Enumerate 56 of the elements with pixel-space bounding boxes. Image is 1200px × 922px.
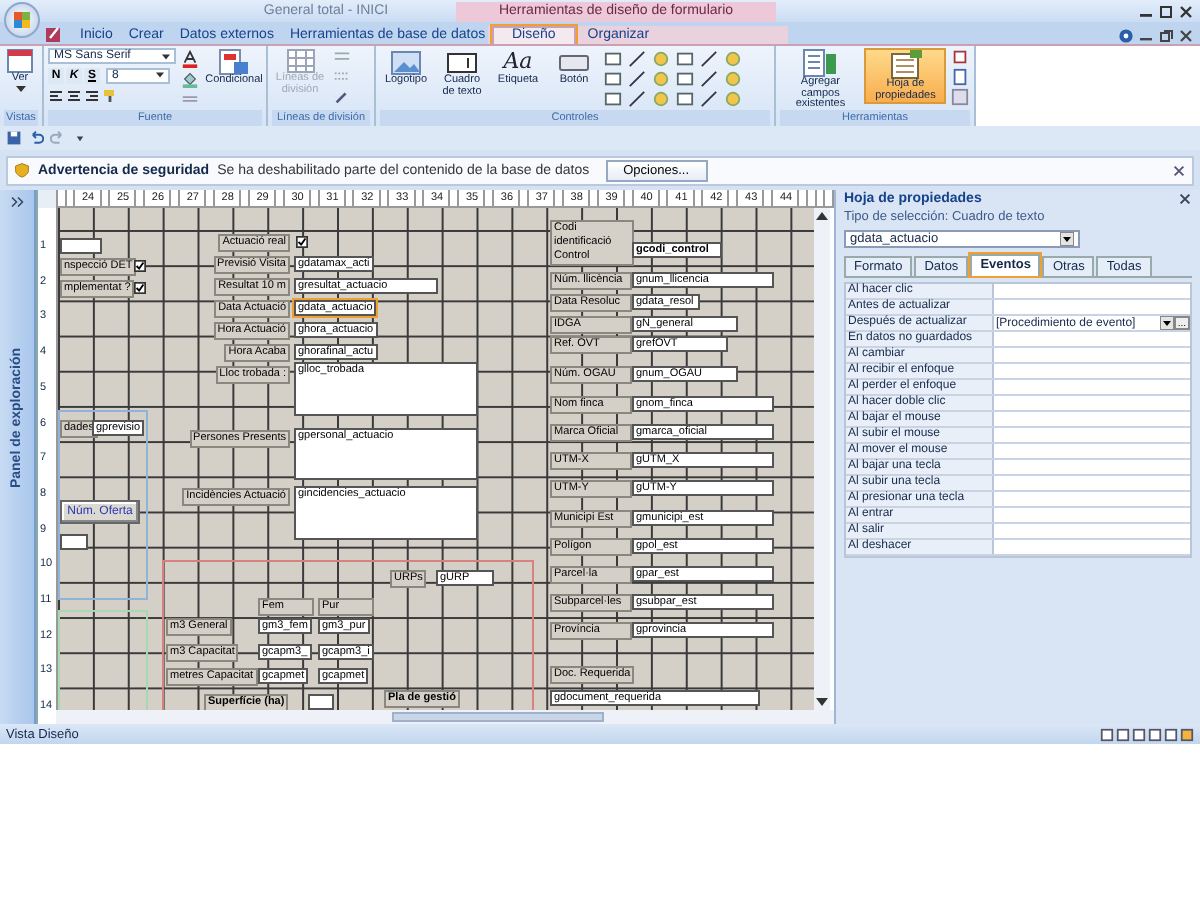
property-value-field[interactable] bbox=[994, 412, 1190, 426]
grid-icon bbox=[285, 48, 315, 74]
caret-icon bbox=[156, 72, 164, 78]
app-icon[interactable] bbox=[44, 24, 64, 44]
close-icon[interactable] bbox=[1172, 163, 1186, 177]
dropdown-icon[interactable] bbox=[1060, 232, 1074, 246]
property-value-field[interactable] bbox=[994, 428, 1190, 442]
conditional-format-icon bbox=[218, 48, 250, 76]
property-value-field[interactable] bbox=[994, 396, 1190, 410]
property-value-field[interactable] bbox=[994, 364, 1190, 378]
text-box-icon bbox=[446, 48, 478, 76]
align-center-icon[interactable] bbox=[66, 87, 82, 103]
undo-icon[interactable] bbox=[28, 130, 44, 146]
property-value-field[interactable] bbox=[994, 460, 1190, 474]
line-color-icon[interactable] bbox=[180, 90, 200, 108]
form-view-icon bbox=[6, 48, 34, 74]
scroll-up-icon[interactable] bbox=[816, 212, 828, 220]
close-icon[interactable] bbox=[1178, 192, 1192, 206]
font-color-icon[interactable] bbox=[180, 50, 200, 68]
property-value-field[interactable] bbox=[994, 476, 1190, 490]
dropdown-icon[interactable] bbox=[1160, 316, 1174, 330]
customize-icon[interactable] bbox=[72, 130, 88, 146]
horizontal-scrollbar[interactable] bbox=[56, 710, 834, 724]
property-value-field[interactable] bbox=[994, 540, 1190, 554]
property-sheet-icon bbox=[887, 50, 924, 80]
restore-icon[interactable] bbox=[1158, 28, 1174, 44]
vertical-scrollbar[interactable] bbox=[814, 208, 830, 710]
property-value-field[interactable] bbox=[994, 348, 1190, 362]
save-icon[interactable] bbox=[6, 130, 22, 146]
property-value-field[interactable] bbox=[994, 332, 1190, 346]
align-right-icon[interactable] bbox=[84, 87, 100, 103]
image-icon bbox=[390, 48, 422, 76]
close-icon[interactable] bbox=[1178, 28, 1194, 44]
format-painter-icon[interactable] bbox=[102, 87, 118, 103]
fill-color-icon[interactable] bbox=[180, 70, 200, 88]
align-left-icon[interactable] bbox=[48, 87, 64, 103]
office-button[interactable] bbox=[4, 2, 40, 38]
property-value-field[interactable] bbox=[994, 524, 1190, 538]
ruler-corner bbox=[38, 190, 56, 208]
property-value-field[interactable] bbox=[994, 492, 1190, 506]
property-value-field[interactable] bbox=[994, 300, 1190, 314]
property-value-field[interactable] bbox=[994, 508, 1190, 522]
property-value-field[interactable] bbox=[994, 380, 1190, 394]
pen-icon[interactable] bbox=[332, 88, 352, 106]
caret-icon bbox=[162, 53, 170, 59]
close-icon[interactable] bbox=[1178, 3, 1194, 19]
property-value-field[interactable] bbox=[994, 444, 1190, 458]
help-icon[interactable] bbox=[1118, 28, 1134, 44]
maximize-icon[interactable] bbox=[1158, 3, 1174, 19]
property-value-field[interactable] bbox=[994, 284, 1190, 298]
scroll-down-icon[interactable] bbox=[816, 698, 828, 706]
office-logo-icon bbox=[12, 10, 32, 30]
field-list-icon bbox=[802, 48, 839, 78]
expand-icon[interactable] bbox=[9, 196, 25, 208]
shield-icon bbox=[14, 162, 30, 178]
caret-icon bbox=[15, 85, 25, 91]
